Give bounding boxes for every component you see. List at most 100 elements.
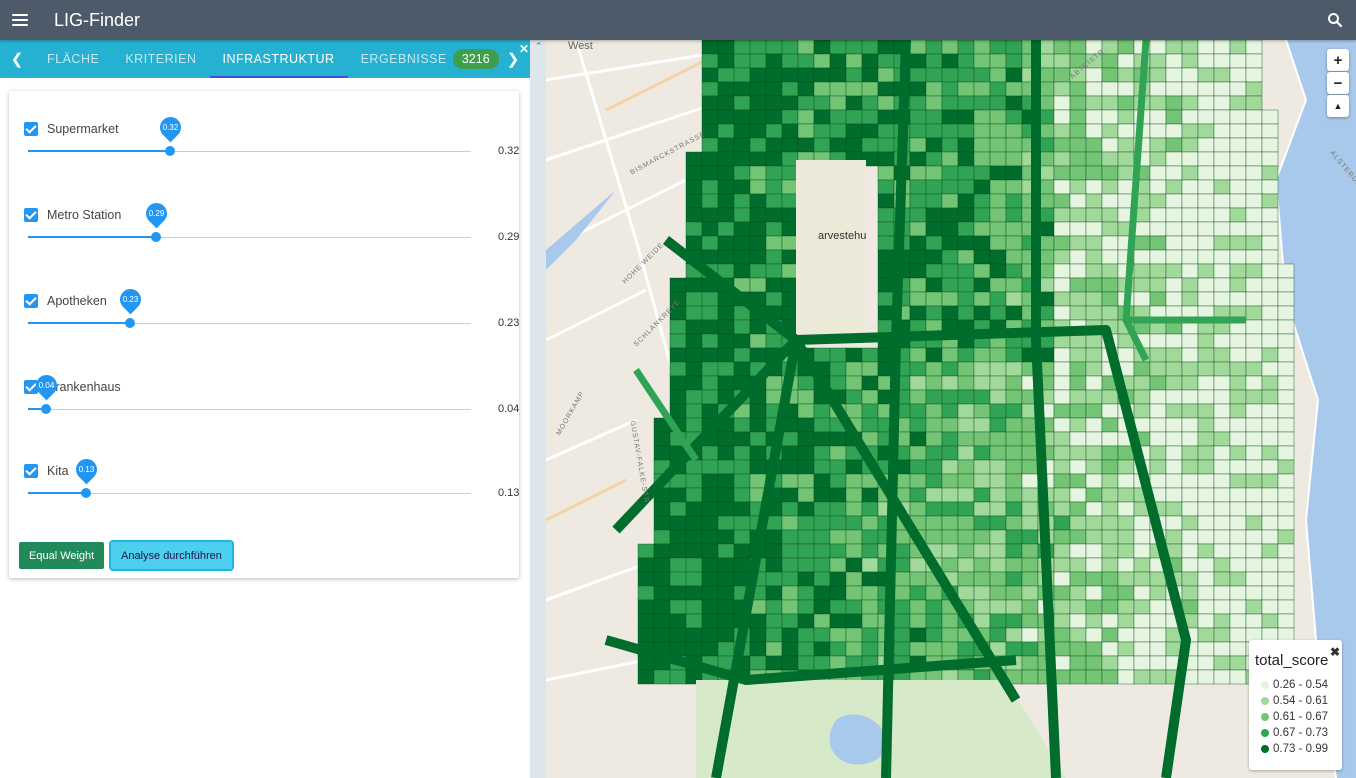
parcel[interactable]: [733, 515, 751, 531]
parcel[interactable]: [1005, 403, 1023, 419]
parcel[interactable]: [1197, 557, 1215, 573]
parcel[interactable]: [1149, 571, 1167, 587]
tab-infrastruktur[interactable]: INFRASTRUKTUR: [209, 40, 348, 78]
parcel[interactable]: [1261, 557, 1279, 573]
parcel[interactable]: [877, 67, 895, 83]
parcel[interactable]: [1133, 235, 1151, 251]
parcel[interactable]: [781, 137, 799, 153]
parcel[interactable]: [973, 501, 991, 517]
parcel[interactable]: [1053, 235, 1071, 251]
parcel[interactable]: [685, 515, 703, 531]
parcel[interactable]: [1117, 557, 1135, 573]
parcel[interactable]: [1245, 599, 1263, 615]
parcel[interactable]: [1133, 613, 1151, 629]
parcel[interactable]: [1261, 109, 1279, 125]
parcel[interactable]: [973, 431, 991, 447]
parcel[interactable]: [733, 207, 751, 223]
criterion-checkbox[interactable]: [24, 294, 38, 308]
parcel[interactable]: [1069, 165, 1087, 181]
parcel[interactable]: [1181, 179, 1199, 195]
parcel[interactable]: [1197, 263, 1215, 279]
parcel[interactable]: [653, 627, 671, 643]
parcel[interactable]: [765, 109, 783, 125]
parcel[interactable]: [1085, 641, 1103, 657]
parcel[interactable]: [669, 599, 687, 615]
parcel[interactable]: [1101, 417, 1119, 433]
parcel[interactable]: [1181, 235, 1199, 251]
parcel[interactable]: [1245, 445, 1263, 461]
parcel[interactable]: [701, 249, 719, 265]
parcel[interactable]: [973, 571, 991, 587]
parcel[interactable]: [925, 417, 943, 433]
parcel[interactable]: [1245, 613, 1263, 629]
parcel[interactable]: [1085, 235, 1103, 251]
parcel[interactable]: [1165, 473, 1183, 489]
parcel[interactable]: [1005, 529, 1023, 545]
parcel[interactable]: [861, 571, 879, 587]
parcel[interactable]: [1005, 137, 1023, 153]
parcel[interactable]: [1069, 585, 1087, 601]
parcel[interactable]: [861, 347, 879, 363]
parcel[interactable]: [1149, 235, 1167, 251]
parcel[interactable]: [653, 431, 671, 447]
parcel[interactable]: [781, 207, 799, 223]
parcel[interactable]: [1101, 67, 1119, 83]
parcel[interactable]: [989, 445, 1007, 461]
parcel[interactable]: [1197, 473, 1215, 489]
parcel[interactable]: [877, 249, 895, 265]
parcel[interactable]: [717, 249, 735, 265]
parcel[interactable]: [1165, 277, 1183, 293]
parcel[interactable]: [909, 165, 927, 181]
parcel[interactable]: [813, 655, 831, 671]
parcel[interactable]: [1261, 137, 1279, 153]
parcel[interactable]: [1149, 669, 1167, 685]
parcel[interactable]: [1229, 641, 1247, 657]
parcel[interactable]: [1133, 375, 1151, 391]
parcel[interactable]: [989, 151, 1007, 167]
parcel[interactable]: [1101, 543, 1119, 559]
parcel[interactable]: [749, 431, 767, 447]
parcel[interactable]: [957, 417, 975, 433]
parcel[interactable]: [797, 515, 815, 531]
parcel[interactable]: [989, 417, 1007, 433]
parcel[interactable]: [701, 235, 719, 251]
parcel[interactable]: [653, 543, 671, 559]
parcel[interactable]: [1165, 53, 1183, 69]
parcel[interactable]: [845, 487, 863, 503]
parcel[interactable]: [1197, 123, 1215, 139]
parcel[interactable]: [701, 571, 719, 587]
parcel[interactable]: [973, 137, 991, 153]
parcel[interactable]: [989, 67, 1007, 83]
slider-thumb[interactable]: [125, 318, 135, 328]
parcel[interactable]: [1277, 445, 1295, 461]
parcel[interactable]: [1069, 305, 1087, 321]
parcel[interactable]: [989, 305, 1007, 321]
parcel[interactable]: [989, 487, 1007, 503]
parcel[interactable]: [1101, 655, 1119, 671]
parcel[interactable]: [925, 151, 943, 167]
parcel[interactable]: [909, 375, 927, 391]
parcel[interactable]: [1005, 109, 1023, 125]
parcel[interactable]: [1101, 641, 1119, 657]
parcel[interactable]: [1085, 571, 1103, 587]
parcel[interactable]: [941, 179, 959, 195]
parcel[interactable]: [749, 67, 767, 83]
parcel[interactable]: [1085, 445, 1103, 461]
parcel[interactable]: [1229, 501, 1247, 517]
parcel[interactable]: [1021, 599, 1039, 615]
parcel[interactable]: [957, 109, 975, 125]
parcel[interactable]: [717, 235, 735, 251]
parcel[interactable]: [1229, 81, 1247, 97]
parcel[interactable]: [893, 543, 911, 559]
parcel[interactable]: [989, 109, 1007, 125]
parcel[interactable]: [1069, 487, 1087, 503]
parcel[interactable]: [829, 137, 847, 153]
parcel[interactable]: [1245, 347, 1263, 363]
parcel[interactable]: [797, 599, 815, 615]
parcel[interactable]: [1085, 361, 1103, 377]
parcel[interactable]: [909, 277, 927, 293]
parcel[interactable]: [877, 95, 895, 111]
parcel[interactable]: [1261, 277, 1279, 293]
parcel[interactable]: [797, 627, 815, 643]
parcel[interactable]: [1069, 571, 1087, 587]
